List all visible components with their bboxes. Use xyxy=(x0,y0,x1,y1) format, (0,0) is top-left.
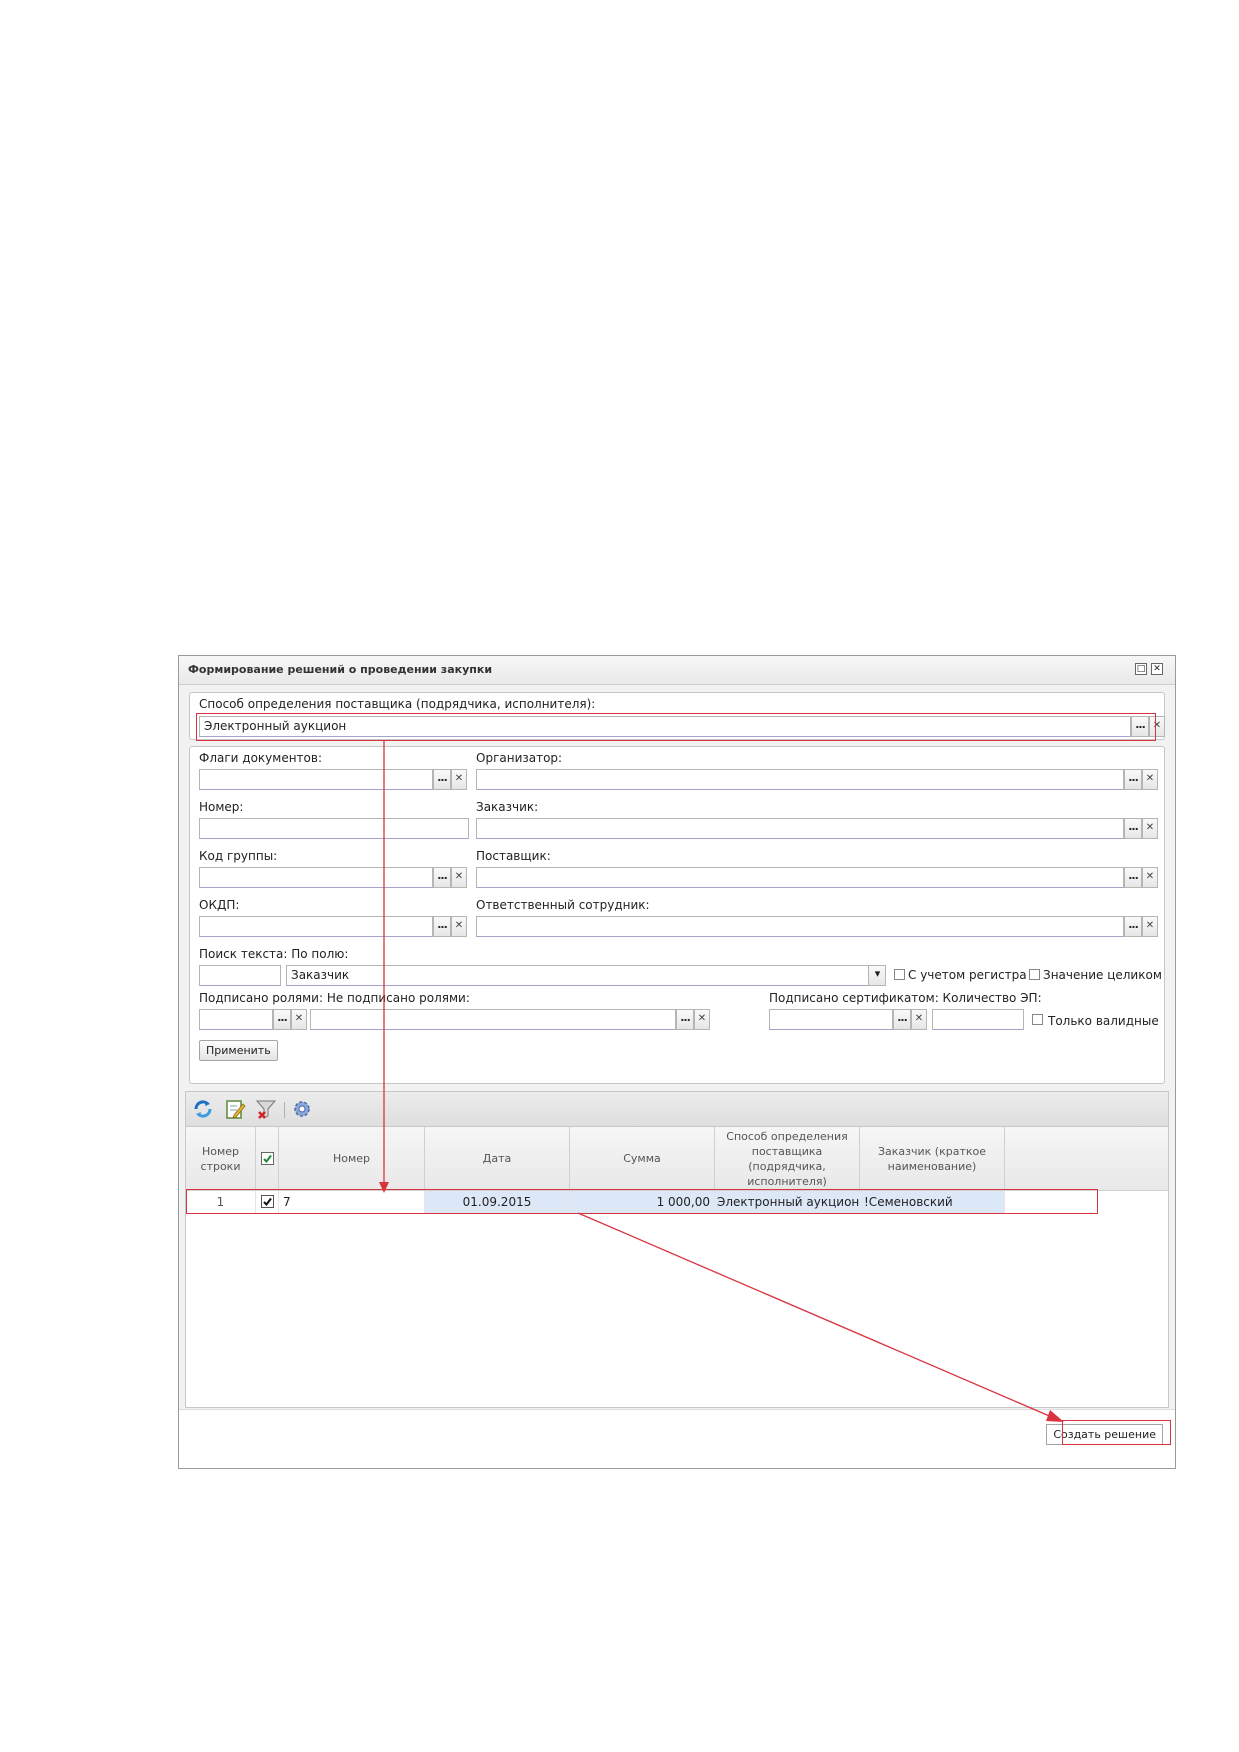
group-code-field[interactable] xyxy=(199,867,433,888)
number-field[interactable] xyxy=(199,818,469,839)
col-method[interactable]: Способ определения поставщика (подрядчик… xyxy=(715,1127,860,1191)
group-code-label: Код группы: xyxy=(199,849,278,863)
clear-filter-icon[interactable] xyxy=(255,1098,277,1120)
responsible-field[interactable] xyxy=(476,916,1124,937)
supplier-pick-button[interactable]: ... xyxy=(1124,867,1142,888)
create-decision-highlight xyxy=(1062,1420,1171,1445)
method-highlight xyxy=(196,713,1156,741)
only-valid-checkbox[interactable] xyxy=(1032,1014,1043,1025)
field-select-dropdown-button[interactable]: ▾ xyxy=(868,965,886,986)
whole-value-label: Значение целиком xyxy=(1043,968,1162,982)
flags-label: Флаги документов: xyxy=(199,751,322,765)
supplier-label: Поставщик: xyxy=(476,849,551,863)
not-signed-roles-clear-button[interactable]: ✕ xyxy=(694,1009,710,1030)
signed-cert-clear-button[interactable]: ✕ xyxy=(911,1009,927,1030)
signed-cert-pick-button[interactable]: ... xyxy=(893,1009,911,1030)
method-label: Способ определения поставщика (подрядчик… xyxy=(199,697,596,711)
window-titlebar: Формирование решений о проведении закупк… xyxy=(179,656,1175,685)
customer-clear-button[interactable]: ✕ xyxy=(1142,818,1158,839)
flags-pick-button[interactable]: ... xyxy=(433,769,451,790)
text-search-field[interactable] xyxy=(199,965,281,986)
col-filler xyxy=(1005,1127,1168,1191)
decisions-grid: Номер строки Номер Дата Сумма Способ опр… xyxy=(185,1126,1169,1408)
only-valid-label: Только валидные xyxy=(1048,1014,1159,1028)
customer-pick-button[interactable]: ... xyxy=(1124,818,1142,839)
responsible-label: Ответственный сотрудник: xyxy=(476,898,650,912)
select-all-checkbox[interactable] xyxy=(260,1152,274,1165)
col-number[interactable]: Номер xyxy=(279,1127,425,1191)
not-signed-roles-pick-button[interactable]: ... xyxy=(676,1009,694,1030)
customer-field[interactable] xyxy=(476,818,1124,839)
edit-icon[interactable] xyxy=(224,1098,246,1120)
refresh-icon[interactable] xyxy=(192,1098,214,1120)
field-select[interactable]: Заказчик xyxy=(286,965,886,986)
okdp-clear-button[interactable]: ✕ xyxy=(451,916,467,937)
not-signed-roles-field[interactable] xyxy=(310,1009,676,1030)
group-code-pick-button[interactable]: ... xyxy=(433,867,451,888)
filter-panel: Флаги документов: ... ✕ Организатор: ...… xyxy=(189,746,1165,1084)
whole-value-checkbox[interactable] xyxy=(1029,969,1040,980)
okdp-field[interactable] xyxy=(199,916,433,937)
toolbar-separator xyxy=(284,1102,285,1118)
grid-toolbar xyxy=(185,1091,1169,1127)
close-button[interactable]: ✕ xyxy=(1151,663,1163,675)
signed-cert-label: Подписано сертификатом: Количество ЭП: xyxy=(769,991,1042,1005)
flags-clear-button[interactable]: ✕ xyxy=(451,769,467,790)
settings-icon[interactable] xyxy=(291,1098,313,1120)
responsible-clear-button[interactable]: ✕ xyxy=(1142,916,1158,937)
window-title: Формирование решений о проведении закупк… xyxy=(188,663,493,676)
supplier-clear-button[interactable]: ✕ xyxy=(1142,867,1158,888)
signed-roles-field[interactable] xyxy=(199,1009,273,1030)
okdp-pick-button[interactable]: ... xyxy=(433,916,451,937)
signed-roles-pick-button[interactable]: ... xyxy=(273,1009,291,1030)
organizer-field[interactable] xyxy=(476,769,1124,790)
signed-roles-clear-button[interactable]: ✕ xyxy=(291,1009,307,1030)
signed-roles-label: Подписано ролями: Не подписано ролями: xyxy=(199,991,470,1005)
col-date[interactable]: Дата xyxy=(425,1127,570,1191)
group-code-clear-button[interactable]: ✕ xyxy=(451,867,467,888)
apply-button[interactable]: Применить xyxy=(199,1040,278,1061)
restore-button[interactable]: □ xyxy=(1135,663,1147,675)
flags-field[interactable] xyxy=(199,769,433,790)
signed-cert-field[interactable] xyxy=(769,1009,893,1030)
case-sensitive-label: С учетом регистра xyxy=(908,968,1027,982)
supplier-field[interactable] xyxy=(476,867,1124,888)
window-footer: Создать решение xyxy=(179,1409,1175,1468)
col-sum[interactable]: Сумма xyxy=(570,1127,715,1191)
number-label: Номер: xyxy=(199,800,244,814)
text-search-label: Поиск текста: По полю: xyxy=(199,947,349,961)
responsible-pick-button[interactable]: ... xyxy=(1124,916,1142,937)
case-sensitive-checkbox[interactable] xyxy=(894,969,905,980)
okdp-label: ОКДП: xyxy=(199,898,240,912)
organizer-pick-button[interactable]: ... xyxy=(1124,769,1142,790)
procurement-decisions-window: Формирование решений о проведении закупк… xyxy=(178,655,1176,1469)
row-highlight xyxy=(186,1189,1098,1214)
col-customer[interactable]: Заказчик (краткое наименование) xyxy=(860,1127,1005,1191)
customer-label: Заказчик: xyxy=(476,800,539,814)
col-row-number[interactable]: Номер строки xyxy=(186,1127,256,1191)
signature-count-field[interactable] xyxy=(932,1009,1024,1030)
col-select-all[interactable] xyxy=(256,1127,279,1191)
organizer-clear-button[interactable]: ✕ xyxy=(1142,769,1158,790)
organizer-label: Организатор: xyxy=(476,751,563,765)
